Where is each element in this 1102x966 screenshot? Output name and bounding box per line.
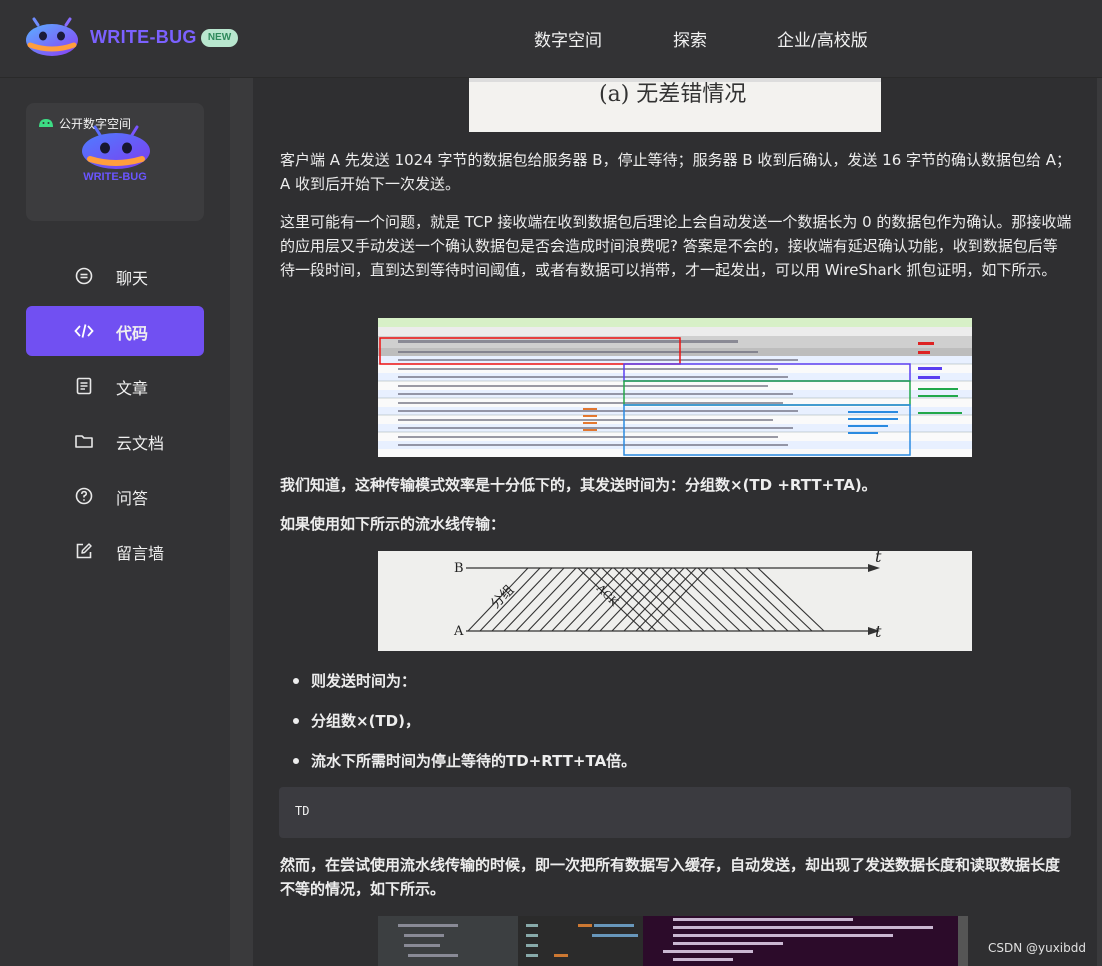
code-text: TD <box>295 804 310 818</box>
csdn-watermark: CSDN @yuxibdd <box>987 941 1086 955</box>
paragraph: 我们知道，这种传输模式效率是十分低下的，其发送时间为：分组数×(TD +RTT+… <box>280 476 877 494</box>
bullet-dot <box>293 718 299 724</box>
paragraph: 如果使用如下所示的流水线传输： <box>280 515 506 533</box>
sidebar-item-code[interactable]: 代码 <box>26 306 204 356</box>
figure-no-error: (a) 无差错情况 <box>469 78 881 132</box>
sidebar-item-label: 聊天 <box>116 269 149 288</box>
nav-digital-space[interactable]: 数字空间 <box>534 26 602 51</box>
code-editor-icon <box>378 916 968 966</box>
sidebar-item-label: 代码 <box>116 324 149 343</box>
wireshark-screenshot <box>378 318 972 457</box>
sidebar: 公开数字空间 WRITE-BUG 聊天 代码 文章 云文档 问答 留言墙 <box>0 78 230 966</box>
paragraph: 客户端 A 先发送 1024 字节的数据包给服务器 B，停止等待；服务器 B 收… <box>280 151 1072 193</box>
label-group: 分组 <box>488 583 517 612</box>
sidebar-item-label: 文章 <box>116 379 149 398</box>
new-badge: NEW <box>201 29 238 47</box>
label-b: B <box>454 561 464 576</box>
sidebar-item-chat[interactable]: 聊天 <box>26 251 204 301</box>
figure-caption: (a) 无差错情况 <box>599 82 747 107</box>
sidebar-item-article[interactable]: 文章 <box>26 361 204 411</box>
label-t-bottom: t <box>875 622 882 641</box>
sidebar-item-label: 留言墙 <box>116 544 165 563</box>
write-bug-logo-icon[interactable] <box>24 17 80 57</box>
sidebar-item-cloud-docs[interactable]: 云文档 <box>26 416 204 466</box>
public-space-card[interactable]: 公开数字空间 WRITE-BUG <box>26 103 204 221</box>
article-icon <box>76 377 92 395</box>
label-t-top: t <box>875 551 882 566</box>
bullet-text: 分组数×(TD)， <box>311 712 420 730</box>
wireshark-capture-icon <box>378 318 972 456</box>
bullet-dot <box>293 678 299 684</box>
bullet-dot <box>293 758 299 764</box>
label-a: A <box>453 624 464 639</box>
ide-screenshot <box>378 916 968 966</box>
bullet-text: 则发送时间为： <box>311 672 417 690</box>
sidebar-item-label: 云文档 <box>116 434 165 453</box>
sidebar-item-label: 问答 <box>116 489 149 508</box>
android-icon <box>39 119 53 127</box>
sidebar-item-qa[interactable]: 问答 <box>26 471 204 521</box>
space-label: 公开数字空间 <box>59 117 132 131</box>
pipeline-diagram: B A t t 分组 ACK <box>378 551 972 651</box>
card-brand: WRITE-BUG <box>83 171 147 183</box>
code-block[interactable]: TD <box>279 787 1071 838</box>
sidebar-item-message-wall[interactable]: 留言墙 <box>26 526 204 576</box>
brand-name[interactable]: WRITE-BUG <box>90 27 197 48</box>
article-content: (a) 无差错情况 客户端 A 先发送 1024 字节的数据包给服务器 B，停止… <box>253 78 1097 966</box>
nav-explore[interactable]: 探索 <box>673 26 707 51</box>
nav-enterprise[interactable]: 企业/高校版 <box>777 26 868 51</box>
paragraph: 这里可能有一个问题，就是 TCP 接收端在收到数据包后理论上会自动发送一个数据长… <box>280 213 1072 279</box>
chat-icon <box>75 267 93 285</box>
paragraph: 然而，在尝试使用流水线传输的时候，即一次把所有数据写入缓存，自动发送，却出现了发… <box>280 856 1061 898</box>
code-icon <box>74 324 94 338</box>
folder-icon <box>75 435 93 448</box>
pipeline-transmission-diagram: B A t t 分组 ACK <box>453 551 882 641</box>
question-icon <box>75 487 93 505</box>
bullet-text: 流水下所需时间为停止等待的TD+RTT+TA倍。 <box>311 752 637 770</box>
edit-icon <box>76 543 92 559</box>
top-bar: WRITE-BUG NEW 数字空间 探索 企业/高校版 <box>0 0 1102 78</box>
